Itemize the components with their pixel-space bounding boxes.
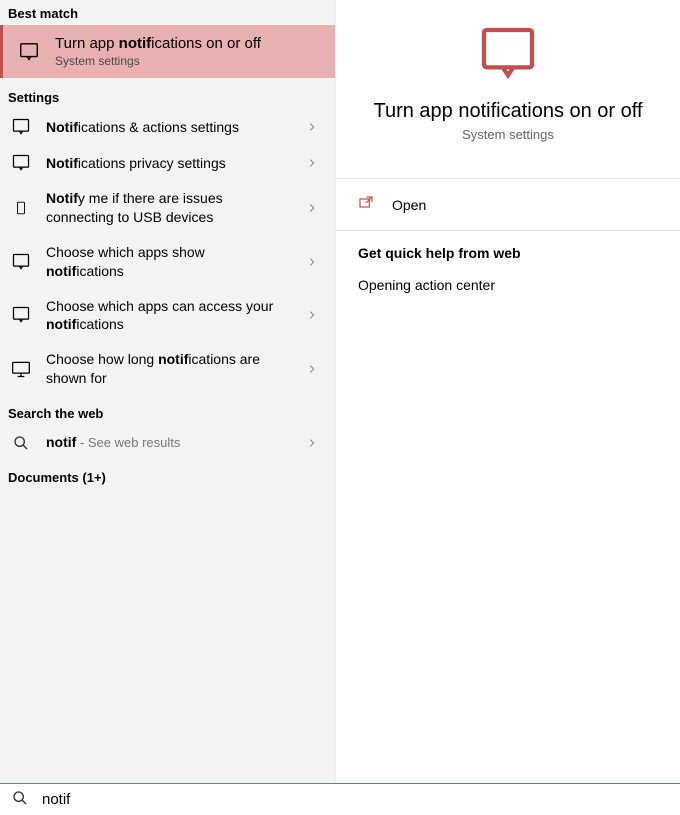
settings-result[interactable]: Choose which apps can access your notifi… — [0, 289, 335, 343]
chevron-right-icon — [307, 155, 325, 171]
section-search-web-header: Search the web — [0, 396, 335, 425]
open-action[interactable]: Open — [336, 179, 680, 230]
section-settings-header: Settings — [0, 78, 335, 109]
search-input[interactable] — [42, 791, 668, 808]
open-label: Open — [392, 197, 426, 213]
preview-subtitle: System settings — [346, 127, 670, 142]
settings-result-label: Choose which apps show notifications — [46, 243, 293, 281]
web-search-result[interactable]: notif - See web results — [0, 425, 335, 460]
notification-icon — [10, 305, 32, 325]
search-icon — [12, 790, 28, 809]
notification-icon — [10, 252, 32, 272]
settings-result[interactable]: Notifications privacy settings — [0, 145, 335, 181]
best-match-subtitle: System settings — [55, 54, 261, 68]
device-icon — [10, 198, 32, 218]
notification-icon — [17, 41, 41, 63]
chevron-right-icon — [307, 200, 325, 216]
settings-result-label: Choose which apps can access your notifi… — [46, 297, 293, 335]
section-documents-header: Documents (1+) — [0, 460, 335, 489]
settings-result[interactable]: Choose which apps show notifications — [0, 235, 335, 289]
notification-icon — [10, 117, 32, 137]
best-match-result[interactable]: Turn app notifications on or off System … — [0, 25, 335, 78]
settings-result-label: Notify me if there are issues connecting… — [46, 189, 293, 227]
settings-result[interactable]: Choose how long notifications are shown … — [0, 342, 335, 396]
quick-help-header: Get quick help from web — [336, 231, 680, 265]
monitor-icon — [10, 359, 32, 379]
chevron-right-icon — [307, 307, 325, 323]
settings-result-label: Notifications & actions settings — [46, 118, 293, 137]
web-search-label: notif - See web results — [46, 433, 293, 452]
settings-result[interactable]: Notify me if there are issues connecting… — [0, 181, 335, 235]
settings-result-label: Choose how long notifications are shown … — [46, 350, 293, 388]
best-match-title: Turn app notifications on or off — [55, 35, 261, 52]
preview-panel: Turn app notifications on or off System … — [335, 0, 680, 783]
settings-result-label: Notifications privacy settings — [46, 154, 293, 173]
chevron-right-icon — [307, 361, 325, 377]
preview-title: Turn app notifications on or off — [346, 100, 670, 123]
open-icon — [358, 195, 374, 214]
section-best-match-header: Best match — [0, 0, 335, 25]
settings-result[interactable]: Notifications & actions settings — [0, 109, 335, 145]
search-bar[interactable] — [0, 783, 680, 815]
chevron-right-icon — [307, 254, 325, 270]
quick-help-item[interactable]: Opening action center — [336, 265, 680, 305]
search-icon — [10, 435, 32, 451]
chevron-right-icon — [307, 119, 325, 135]
chevron-right-icon — [307, 435, 325, 451]
results-panel: Best match Turn app notifications on or … — [0, 0, 335, 783]
notification-icon — [476, 22, 540, 86]
notification-icon — [10, 153, 32, 173]
